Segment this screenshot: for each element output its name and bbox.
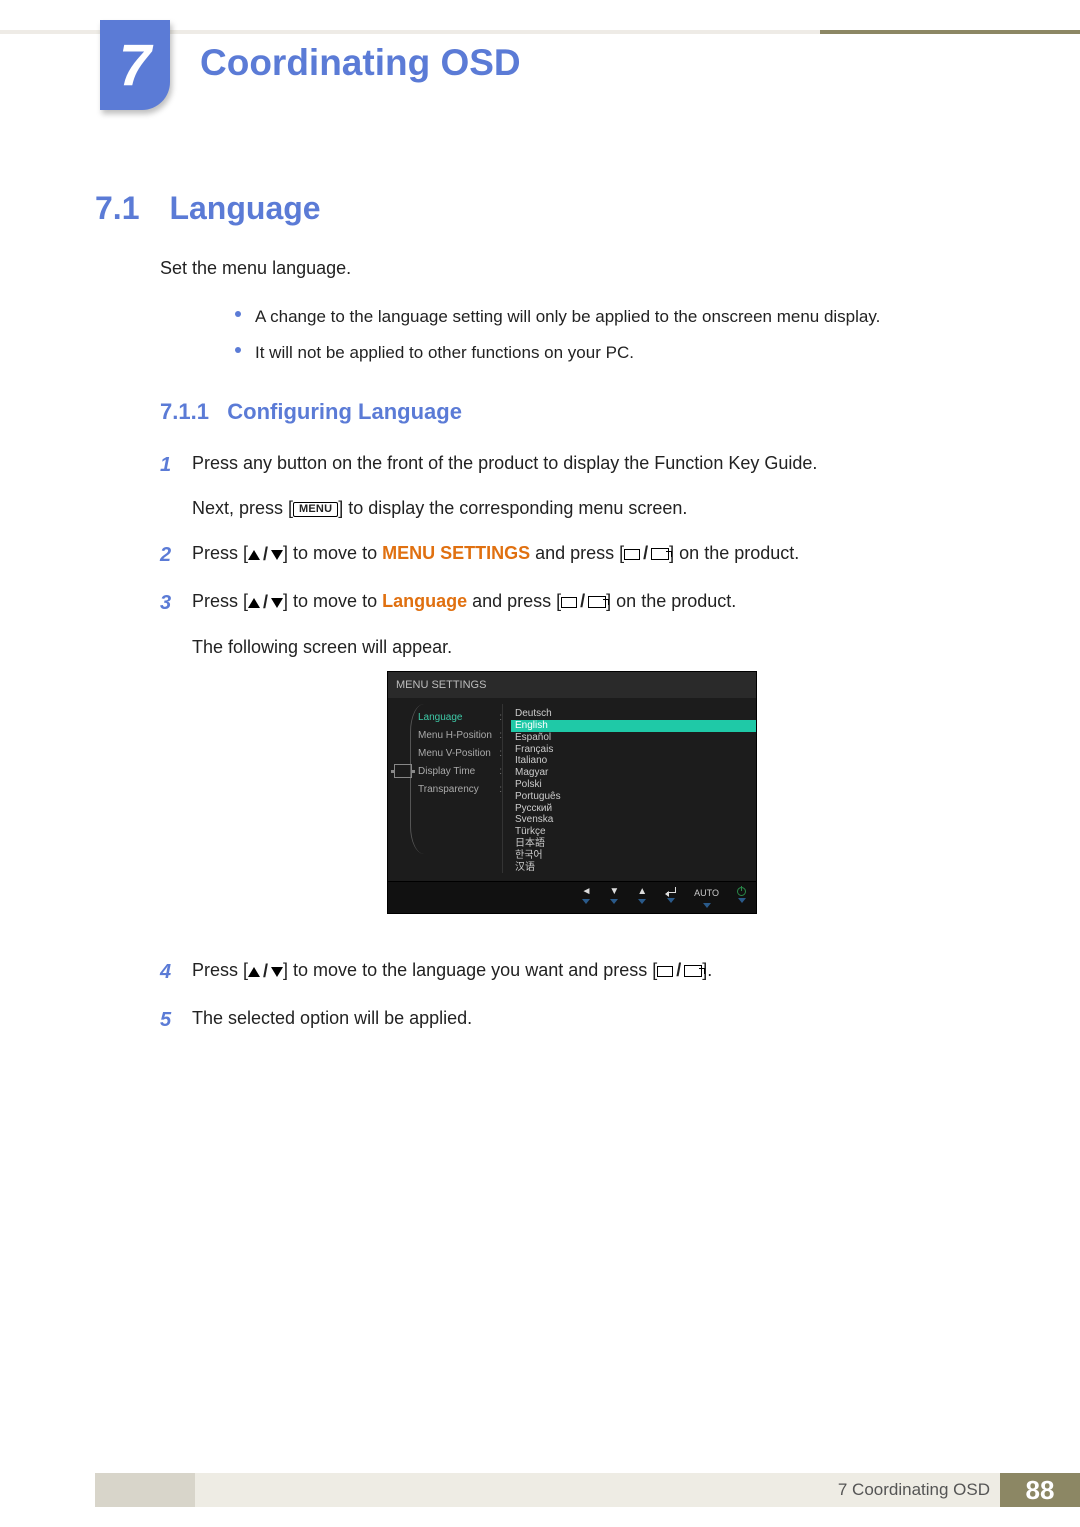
note-list: A change to the language setting will on…	[235, 304, 980, 365]
step-number: 1	[160, 450, 192, 522]
section-intro: Set the menu language.	[160, 255, 980, 282]
content-area: Set the menu language. A change to the l…	[160, 255, 980, 1053]
osd-lang-option: Svenska	[511, 814, 756, 826]
note-item: A change to the language setting will on…	[235, 304, 980, 330]
step-1: 1 Press any button on the front of the p…	[160, 450, 980, 522]
footer-page-number: 88	[1000, 1473, 1080, 1507]
enter-icon	[684, 965, 702, 977]
osd-lang-option: Français	[511, 744, 756, 756]
osd-language-list: Deutsch English Español Français Italian…	[503, 704, 756, 873]
down-arrow-icon	[271, 550, 283, 560]
chapter-badge: 7	[100, 20, 170, 110]
osd-lang-option: Polski	[511, 779, 756, 791]
osd-menu-vpos: Menu V-Position	[418, 746, 493, 761]
down-arrow-icon	[271, 598, 283, 608]
osd-lang-option: Português	[511, 791, 756, 803]
osd-lang-option: Русский	[511, 803, 756, 815]
enter-icon	[588, 596, 606, 608]
highlight-language: Language	[382, 591, 467, 611]
osd-category-icon	[394, 764, 412, 778]
step-text: Next, press [	[192, 498, 293, 518]
enter-icon	[651, 548, 669, 560]
subsection-heading: 7.1.1 Configuring Language	[160, 395, 980, 428]
step-text: ] to move to	[283, 591, 382, 611]
step-text: and press [	[467, 591, 561, 611]
osd-title: MENU SETTINGS	[388, 672, 756, 699]
step-text: ] on the product.	[606, 591, 736, 611]
source-icon	[624, 549, 640, 560]
footer-accent-a	[95, 1473, 195, 1507]
osd-screenshot: MENU SETTINGS Language: Menu H-Position:…	[387, 671, 757, 914]
osd-lang-option-selected: English	[511, 720, 756, 732]
footer-label: 7 Coordinating OSD	[838, 1480, 990, 1500]
page-footer: 7 Coordinating OSD 88	[95, 1473, 1080, 1507]
step-text: and press [	[530, 543, 624, 563]
osd-lang-option: 汉语	[511, 862, 756, 874]
step-text: ] to display the corresponding menu scre…	[338, 498, 687, 518]
osd-down-icon: ▼	[609, 887, 619, 897]
step-text: ] on the product.	[669, 543, 799, 563]
osd-power-icon	[737, 887, 746, 896]
osd-menu-display-time: Display Time	[418, 764, 493, 779]
osd-footer: ◄ ▼ ▲ AUTO	[388, 881, 756, 913]
source-icon	[561, 597, 577, 608]
highlight-menu-settings: MENU SETTINGS	[382, 543, 530, 563]
osd-lang-option: 한국어	[511, 850, 756, 862]
steps-list: 1 Press any button on the front of the p…	[160, 450, 980, 1035]
section-title: Language	[169, 190, 320, 226]
step-text: The following screen will appear.	[192, 634, 980, 661]
chapter-number: 7	[119, 32, 151, 99]
step-text: ] to move to the language you want and p…	[283, 960, 657, 980]
osd-lang-option: Magyar	[511, 767, 756, 779]
osd-curve-decoration	[410, 704, 424, 854]
step-text: Press [	[192, 543, 248, 563]
osd-lang-option: Italiano	[511, 755, 756, 767]
osd-enter-icon	[665, 887, 676, 896]
osd-auto-label: AUTO	[694, 887, 719, 901]
osd-menu-hpos: Menu H-Position	[418, 728, 493, 743]
section-number: 7.1	[95, 190, 155, 227]
note-item: It will not be applied to other function…	[235, 340, 980, 366]
step-number: 3	[160, 588, 192, 939]
step-5: 5 The selected option will be applied.	[160, 1005, 980, 1035]
step-text: The selected option will be applied.	[192, 1008, 472, 1028]
osd-up-icon: ▲	[637, 887, 647, 897]
step-number: 2	[160, 540, 192, 570]
step-number: 4	[160, 957, 192, 987]
down-arrow-icon	[271, 967, 283, 977]
osd-lang-option: Türkçe	[511, 826, 756, 838]
step-2: 2 Press [/] to move to MENU SETTINGS and…	[160, 540, 980, 570]
step-3: 3 Press [/] to move to Language and pres…	[160, 588, 980, 939]
subsection-number: 7.1.1	[160, 399, 209, 424]
section-heading: 7.1 Language	[95, 190, 990, 227]
osd-menu-language: Language	[418, 710, 493, 725]
step-text: Press [	[192, 960, 248, 980]
chapter-title: Coordinating OSD	[200, 42, 521, 84]
osd-lang-option: 日本語	[511, 838, 756, 850]
source-icon	[657, 966, 673, 977]
subsection-title: Configuring Language	[227, 399, 462, 424]
step-text: Press any button on the front of the pro…	[192, 453, 817, 473]
step-number: 5	[160, 1005, 192, 1035]
osd-lang-option: Español	[511, 732, 756, 744]
step-text: Press [	[192, 591, 248, 611]
menu-key-label: MENU	[293, 502, 338, 517]
osd-left-icon: ◄	[581, 887, 591, 897]
up-arrow-icon	[248, 550, 260, 560]
osd-menu-transparency: Transparency	[418, 782, 493, 797]
step-text: ] to move to	[283, 543, 382, 563]
osd-lang-option: Deutsch	[511, 708, 756, 720]
step-4: 4 Press [/] to move to the language you …	[160, 957, 980, 987]
up-arrow-icon	[248, 598, 260, 608]
up-arrow-icon	[248, 967, 260, 977]
